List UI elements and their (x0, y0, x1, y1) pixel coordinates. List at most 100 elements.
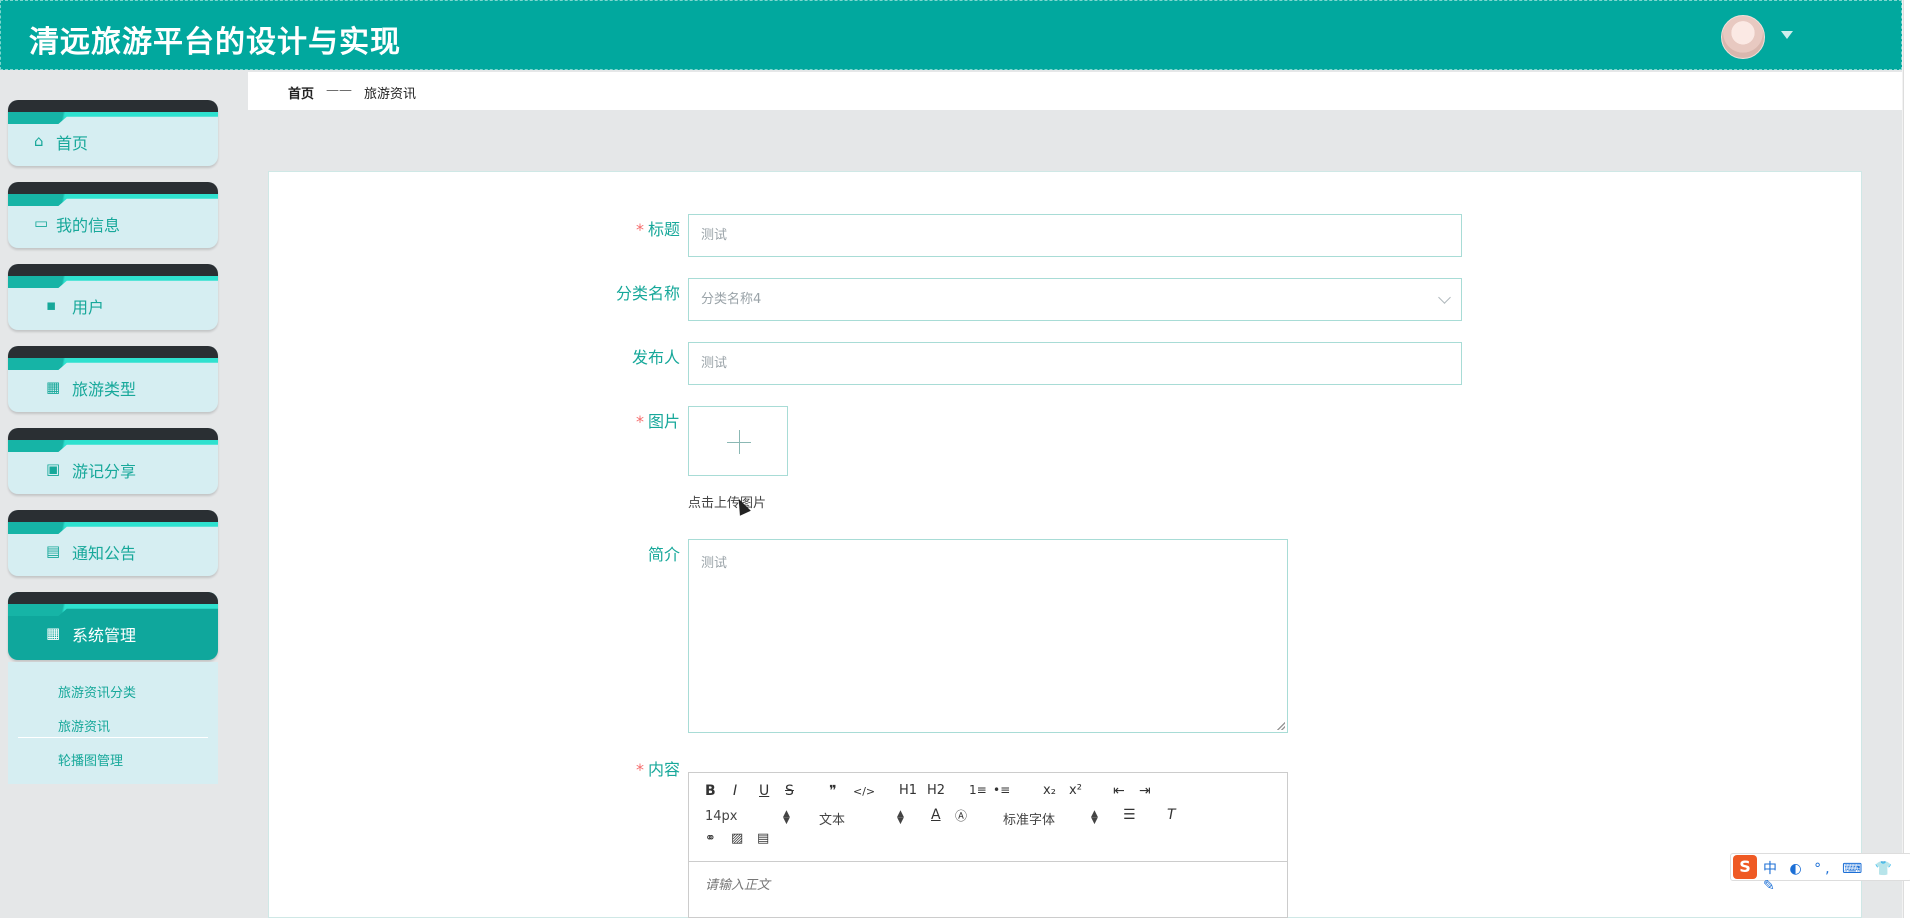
strike-button[interactable]: S (785, 783, 794, 799)
sogou-logo-icon: S (1733, 855, 1757, 879)
sort-arrows-icon: ▲ ▼ (783, 809, 790, 826)
category-select[interactable]: 分类名称4 (688, 278, 1462, 321)
video-icon[interactable]: ▤ (757, 831, 769, 846)
h2-button[interactable]: H2 (927, 783, 945, 798)
superscript-button[interactable]: x² (1069, 783, 1082, 798)
ime-tray-icons[interactable]: 中 ◐ °, ⌨ 👕 ✎ (1763, 858, 1910, 894)
content-label-text: 内容 (647, 760, 680, 779)
underline-button[interactable]: U (759, 783, 769, 799)
ime-toolbar[interactable]: S 中 ◐ °, ⌨ 👕 ✎ (1730, 853, 1910, 894)
h1-button[interactable]: H1 (899, 783, 917, 798)
wallet-icon: ▭ (34, 214, 49, 232)
plus-icon-vertical (739, 430, 740, 454)
sidebar-item-travel-type[interactable]: ▦ 旅游类型 (8, 346, 218, 412)
image-upload-button[interactable] (688, 406, 788, 476)
home-icon: ⌂ (34, 132, 44, 150)
text-type-select[interactable]: 文本 (819, 809, 845, 828)
app-title: 清远旅游平台的设计与实现 (29, 25, 401, 60)
sidebar-item-travel-notes[interactable]: ▣ 游记分享 (8, 428, 218, 494)
menu-item-header-bar (8, 510, 218, 522)
upload-tip: 点击上传图片 (688, 496, 767, 511)
rich-text-editor: B I U S ❞ </> H1 H2 1≡ •≡ x₂ x² ⇤ ⇥ 14px… (688, 772, 1288, 918)
link-icon[interactable]: ⚭ (705, 831, 716, 846)
content-label: * 内容 (560, 756, 680, 780)
clear-format-icon[interactable]: T (1167, 807, 1176, 823)
menu-item-stripe (8, 112, 218, 124)
menu-item-header-bar (8, 100, 218, 112)
menu-item-header-bar (8, 346, 218, 358)
sidebar-item-label: 通知公告 (72, 544, 137, 563)
intro-textarea-value: 测试 (701, 556, 728, 571)
chart-icon: ▣ (46, 460, 61, 478)
system-submenu: 旅游资讯分类 旅游资讯 轮播图管理 (8, 662, 218, 784)
title-input[interactable]: 测试 (688, 214, 1462, 257)
image-label-text: 图片 (647, 412, 680, 431)
menu-item-stripe (8, 604, 218, 616)
submenu-item-travel-news[interactable]: 旅游资讯 (58, 716, 110, 735)
submenu-item-travel-news-category[interactable]: 旅游资讯分类 (58, 682, 136, 701)
publisher-label: 发布人 (631, 348, 680, 367)
sidebar-item-users[interactable]: ▪ 用户 (8, 264, 218, 330)
intro-label: 简介 (647, 545, 680, 564)
app-header: 清远旅游平台的设计与实现 (0, 0, 1902, 70)
ordered-list-button[interactable]: 1≡ (969, 783, 987, 797)
title-label-text: 标题 (647, 220, 680, 239)
menu-item-header-bar (8, 592, 218, 604)
title-label: * 标题 (560, 216, 680, 240)
sort-arrows-icon: ▲ ▼ (1091, 809, 1098, 826)
required-mark: * (635, 412, 644, 431)
submenu-divider (18, 737, 208, 738)
bullet-list-button[interactable]: •≡ (993, 783, 1010, 797)
sidebar: ⌂ 首页 ▭ 我的信息 ▪ 用户 ▦ 旅游类型 ▣ 游记分享 ▤ 通知公告 ▦ … (0, 70, 228, 918)
page-scrollbar[interactable] (1902, 0, 1910, 918)
scrollbar-thumb[interactable] (1903, 0, 1910, 918)
breadcrumb: 首页 —— 旅游资讯 (248, 72, 1902, 110)
required-mark: * (635, 760, 644, 779)
image-icon[interactable]: ▨ (731, 831, 743, 846)
subscript-button[interactable]: x₂ (1043, 783, 1056, 798)
font-family-select[interactable]: 标准字体 (1003, 809, 1055, 828)
user-avatar[interactable] (1721, 15, 1765, 59)
image-label: * 图片 (560, 408, 680, 432)
sidebar-item-notices[interactable]: ▤ 通知公告 (8, 510, 218, 576)
user-icon: ▪ (46, 296, 57, 314)
editor-placeholder[interactable]: 请输入正文 (705, 874, 770, 893)
grid-icon: ▦ (46, 378, 61, 396)
message-icon: ▤ (46, 542, 61, 560)
font-color-icon[interactable]: A (931, 807, 941, 823)
sidebar-item-label: 用户 (72, 298, 105, 317)
align-icon[interactable]: ☰ (1123, 807, 1136, 823)
sidebar-item-label: 系统管理 (72, 626, 137, 645)
sidebar-item-home[interactable]: ⌂ 首页 (8, 100, 218, 166)
publisher-input[interactable]: 测试 (688, 342, 1462, 385)
sidebar-item-label: 旅游类型 (72, 380, 137, 399)
menu-item-stripe (8, 440, 218, 452)
sidebar-item-my-info[interactable]: ▭ 我的信息 (8, 182, 218, 248)
italic-button[interactable]: I (733, 783, 737, 799)
font-size-select[interactable]: 14px (705, 809, 738, 824)
sort-arrows-icon: ▲ ▼ (897, 809, 904, 826)
menu-item-header-bar (8, 182, 218, 194)
category-select-value: 分类名称4 (701, 292, 762, 307)
background-color-icon[interactable]: Ⓐ (955, 807, 967, 824)
breadcrumb-separator: —— (326, 83, 352, 98)
menu-item-header-bar (8, 428, 218, 440)
menu-item-header-bar (8, 264, 218, 276)
submenu-item-carousel[interactable]: 轮播图管理 (58, 750, 123, 769)
blockquote-button[interactable]: ❞ (829, 783, 837, 799)
menu-item-stripe (8, 194, 218, 206)
category-label: 分类名称 (615, 284, 680, 303)
code-button[interactable]: </> (853, 785, 875, 798)
breadcrumb-home[interactable]: 首页 (288, 83, 314, 102)
intro-textarea[interactable]: 测试 (688, 539, 1288, 733)
chevron-down-icon (1438, 291, 1451, 304)
outdent-button[interactable]: ⇤ (1113, 783, 1125, 799)
chevron-down-icon[interactable] (1781, 31, 1793, 39)
required-mark: * (635, 220, 644, 239)
sidebar-item-system-management[interactable]: ▦ 系统管理 (8, 592, 218, 660)
editor-toolbar: B I U S ❞ </> H1 H2 1≡ •≡ x₂ x² ⇤ ⇥ 14px… (689, 773, 1287, 862)
menu-item-stripe (8, 276, 218, 288)
bold-button[interactable]: B (705, 783, 716, 799)
resize-grip-icon[interactable] (1277, 722, 1285, 730)
indent-button[interactable]: ⇥ (1139, 783, 1151, 799)
